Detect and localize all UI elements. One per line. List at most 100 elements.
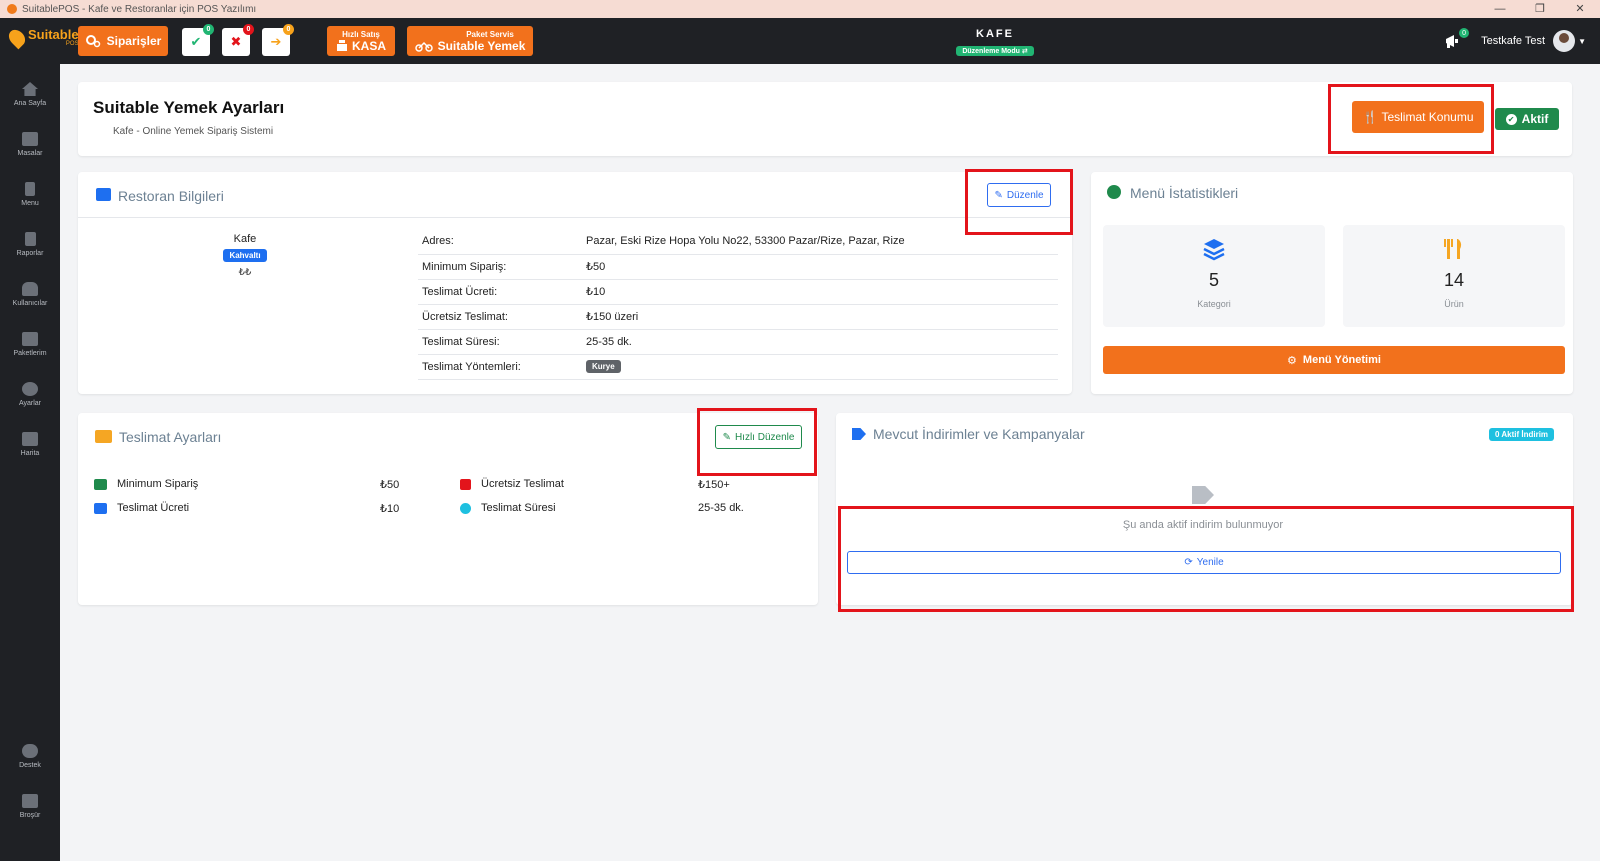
- info-key: Adres:: [418, 229, 582, 255]
- page-title: Suitable Yemek Ayarları: [93, 98, 285, 117]
- window-controls: — ❐ ✕: [1480, 0, 1600, 18]
- category-stat: 5 Kategori: [1103, 225, 1325, 327]
- delivery-time-row: Teslimat Süresi: [460, 502, 556, 514]
- category-label: Kategori: [1197, 299, 1231, 309]
- menu-stats-title: Menü İstatistikleri: [1130, 185, 1239, 201]
- min-order-label: Minimum Sipariş: [117, 478, 199, 490]
- user-name[interactable]: Testkafe Test: [1481, 35, 1545, 47]
- gear-icon: ⚙: [1287, 354, 1297, 367]
- map-icon: [22, 432, 38, 446]
- info-value: Pazar, Eski Rize Hopa Yolu No22, 53300 P…: [582, 229, 1058, 255]
- sidebar-item-reports[interactable]: Raporlar: [0, 232, 60, 257]
- info-value: 25-35 dk.: [582, 329, 1058, 355]
- info-key: Teslimat Yöntemleri:: [418, 354, 582, 380]
- cancelled-orders-button[interactable]: ✖ 0: [222, 24, 254, 56]
- sidebar-item-menu[interactable]: Menu: [0, 182, 60, 207]
- home-icon: [22, 82, 38, 96]
- table-row: Teslimat Yöntemleri: Kurye: [418, 354, 1058, 380]
- info-value: ₺50: [582, 254, 1058, 280]
- logo[interactable]: Suitable POS: [5, 26, 79, 50]
- sidebar-item-tables[interactable]: Masalar: [0, 132, 60, 157]
- chevron-down-icon[interactable]: ▼: [1578, 37, 1586, 46]
- category-badge: Kahvaltı: [223, 249, 267, 262]
- menu-management-button[interactable]: ⚙ Menü Yönetimi: [1103, 346, 1565, 374]
- gift-icon: [460, 478, 471, 490]
- delivery-method-badge: Kurye: [586, 360, 621, 373]
- logo-text: Suitable: [28, 27, 79, 42]
- free-delivery-value: ₺150+: [698, 479, 730, 491]
- sidebar-item-brochure[interactable]: Broşür: [0, 794, 60, 819]
- sidebar-item-label: Masalar: [17, 150, 43, 157]
- table-row: Teslimat Süresi: 25-35 dk.: [418, 329, 1058, 355]
- kasa-button[interactable]: Hızlı Satış KASA: [327, 26, 395, 56]
- info-key: Ücretsiz Teslimat:: [418, 304, 582, 330]
- gears-icon: [85, 35, 100, 48]
- store-icon: [96, 188, 111, 201]
- edit-mode-toggle[interactable]: Düzenleme Modu ⇄: [956, 46, 1034, 56]
- maximize-icon[interactable]: ❐: [1520, 0, 1560, 18]
- delivery-fee-label: Teslimat Ücreti: [117, 502, 190, 514]
- highlight-box: [1328, 84, 1494, 154]
- suitable-yemek-label: Suitable Yemek: [437, 38, 526, 53]
- category-count: 5: [1208, 270, 1219, 290]
- product-count: 14: [1443, 270, 1465, 290]
- sidebar-item-label: Harita: [20, 450, 40, 457]
- price-level: ₺₺: [238, 267, 252, 278]
- edit-mode-label: Düzenleme Modu: [962, 48, 1020, 55]
- highlight-box: [697, 408, 817, 476]
- product-stat: 14 Ürün: [1343, 225, 1565, 327]
- chat-icon: [22, 744, 38, 758]
- delivery-fee-value: ₺10: [380, 503, 400, 515]
- sidebar-item-support[interactable]: Destek: [0, 744, 60, 769]
- sidebar-item-label: Broşür: [19, 812, 41, 819]
- product-label: Ürün: [1444, 299, 1464, 309]
- suitable-yemek-button[interactable]: Paket Servis Suitable Yemek: [407, 26, 533, 56]
- pie-chart-icon: [1107, 185, 1121, 199]
- cross-icon: ✖: [230, 34, 242, 49]
- report-icon: [24, 232, 36, 246]
- users-icon: [22, 282, 38, 296]
- card-header: [78, 172, 1072, 218]
- menu-management-label: Menü Yönetimi: [1302, 354, 1381, 366]
- delivery-fee-row: Teslimat Ücreti: [94, 502, 189, 514]
- branch-indicator: KAFE Düzenleme Modu ⇄: [945, 28, 1045, 58]
- quick-sale-caption: Hızlı Satış: [342, 29, 380, 39]
- megaphone-icon: [1446, 35, 1459, 48]
- sidebar: Ana Sayfa Masalar Menu Raporlar Kullanıc…: [0, 64, 60, 861]
- cash-register-icon: [336, 40, 347, 51]
- close-icon[interactable]: ✕: [1560, 0, 1600, 18]
- orders-button[interactable]: Siparişler: [78, 26, 168, 56]
- pending-orders-button[interactable]: ➔ 0: [262, 24, 294, 56]
- motorcycle-icon: [414, 41, 433, 52]
- sidebar-item-label: Ana Sayfa: [13, 100, 47, 107]
- info-key: Teslimat Ücreti:: [418, 279, 582, 305]
- sidebar-item-map[interactable]: Harita: [0, 432, 60, 457]
- sidebar-item-label: Raporlar: [16, 250, 44, 257]
- utensils-icon: [1444, 239, 1462, 259]
- minimize-icon[interactable]: —: [1480, 0, 1520, 18]
- sidebar-item-label: Menu: [21, 200, 39, 207]
- restaurant-info-title: Restoran Bilgileri: [118, 188, 224, 204]
- check-icon: ✔: [190, 34, 202, 49]
- window-title: SuitablePOS - Kafe ve Restoranlar için P…: [22, 3, 257, 15]
- layers-icon: [1203, 239, 1225, 261]
- announcements-button[interactable]: 0: [1445, 28, 1470, 48]
- sidebar-item-label: Kullanıcılar: [12, 300, 48, 307]
- completed-orders-button[interactable]: ✔ 0: [182, 24, 214, 56]
- info-value: Kurye: [582, 354, 1058, 380]
- sidebar-item-users[interactable]: Kullanıcılar: [0, 282, 60, 307]
- sidebar-item-settings[interactable]: Ayarlar: [0, 382, 60, 407]
- info-key: Minimum Sipariş:: [418, 254, 582, 280]
- table-row: Teslimat Ücreti: ₺10: [418, 279, 1058, 305]
- sidebar-item-packages[interactable]: Paketlerim: [0, 332, 60, 357]
- sidebar-item-home[interactable]: Ana Sayfa: [0, 82, 60, 107]
- sidebar-item-label: Destek: [19, 762, 41, 769]
- completed-orders-badge: 0: [203, 24, 214, 35]
- logo-pin-icon: [5, 26, 29, 50]
- branch-name: KAFE: [976, 28, 1014, 40]
- highlight-box: [838, 506, 1574, 612]
- table-icon: [22, 132, 38, 146]
- window-title-bar: SuitablePOS - Kafe ve Restoranlar için P…: [0, 0, 1600, 18]
- discounts-title: Mevcut İndirimler ve Kampanyalar: [873, 426, 1085, 442]
- avatar[interactable]: [1553, 30, 1576, 52]
